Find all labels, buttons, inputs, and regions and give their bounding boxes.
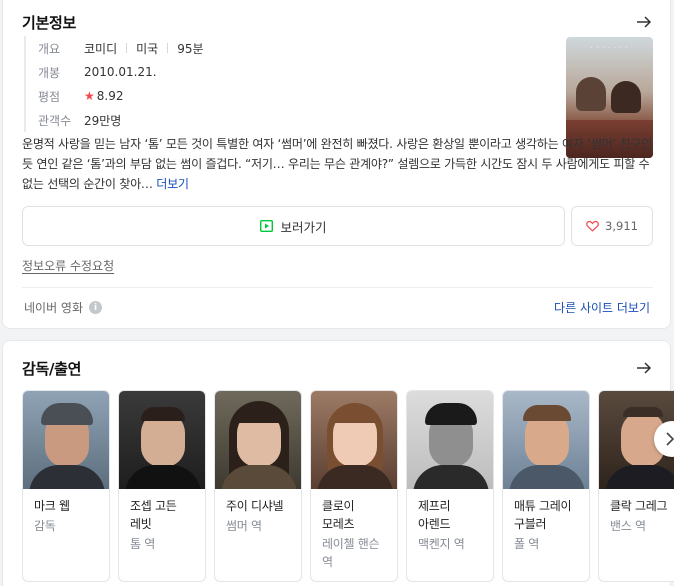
report-error-link[interactable]: 정보오류 수정요청	[22, 257, 114, 274]
cast-photo	[119, 391, 205, 489]
rating-value: 8.92	[96, 89, 124, 103]
other-sites-link[interactable]: 다른 사이트 더보기	[554, 299, 650, 316]
runtime-value: 95분	[177, 41, 204, 56]
cast-item[interactable]: 제프리 아렌드 맥켄지 역	[406, 390, 494, 582]
synopsis-more-link[interactable]: 더보기	[156, 177, 189, 191]
poster-figure	[576, 77, 606, 111]
release-label: 개봉	[38, 65, 61, 80]
audience-row: 관객수 29만명	[38, 108, 204, 132]
basic-info-title: 기본정보	[22, 14, 77, 32]
audience-label: 관객수	[38, 113, 72, 128]
release-row: 개봉 2010.01.21.	[38, 60, 204, 84]
cast-more-arrow[interactable]	[634, 358, 654, 378]
divider	[22, 287, 653, 288]
separator	[126, 43, 128, 53]
arrow-right-icon	[637, 362, 652, 374]
synopsis-text: 운명적 사랑을 믿는 남자 ‘톰’ 모든 것이 특별한 여자 ‘썸머’에 완전히…	[22, 137, 652, 191]
cast-item[interactable]: 조셉 고든 레빗 톰 역	[118, 390, 206, 582]
cast-role: 감독	[34, 519, 56, 533]
star-icon: ★	[84, 89, 95, 103]
country-value: 미국	[136, 41, 159, 56]
source-label: 네이버 영화 i	[24, 299, 103, 316]
cast-role: 썸머 역	[226, 519, 262, 533]
cast-role: 톰 역	[130, 537, 155, 551]
cast-card-section: 감독/출연 마크 웹 감독 조셉 고든 레빗 톰 역 주이 디샤넬 썸머 역 클…	[2, 340, 674, 586]
poster-figure	[611, 81, 641, 113]
audience-value: 29만명	[84, 113, 122, 128]
genre-value: 코미디	[84, 41, 118, 56]
cast-role: 밴스 역	[610, 519, 646, 533]
cast-photo	[503, 391, 589, 489]
source-text: 네이버 영화	[24, 301, 84, 315]
cast-role: 레이첼 핸슨 역	[322, 537, 380, 569]
like-count: 3,911	[605, 219, 638, 233]
cast-name: 제프리 아렌드	[418, 499, 451, 531]
like-button[interactable]: 3,911	[571, 206, 653, 246]
separator	[167, 43, 169, 53]
cast-name: 클로이 모레츠	[322, 499, 355, 531]
overview-label: 개요	[38, 41, 61, 56]
chevron-right-icon	[666, 432, 674, 446]
cast-item[interactable]: 주이 디샤넬 썸머 역	[214, 390, 302, 582]
arrow-right-icon	[637, 16, 652, 28]
synopsis: 운명적 사랑을 믿는 남자 ‘톰’ 모든 것이 특별한 여자 ‘썸머’에 완전히…	[22, 134, 652, 194]
watch-label: 보러가기	[280, 219, 327, 235]
cast-photo	[311, 391, 397, 489]
cast-name: 클락 그레그	[610, 499, 668, 513]
cast-name: 조셉 고든 레빗	[130, 499, 177, 531]
rating-row: 평점 ★ 8.92	[38, 84, 204, 108]
cast-role: 맥켄지 역	[418, 537, 465, 551]
cast-item[interactable]: 클락 그레그 밴스 역	[598, 390, 674, 582]
info-icon[interactable]: i	[89, 301, 103, 314]
watch-button[interactable]: 보러가기	[22, 206, 565, 246]
cast-photo	[23, 391, 109, 489]
heart-icon	[586, 220, 599, 232]
cast-photo	[215, 391, 301, 489]
cast-name: 마크 웹	[34, 499, 70, 513]
info-table: 개요 코미디 미국 95분 개봉 2010.01.21. 평점 ★ 8.92 관…	[24, 36, 204, 132]
rating-label: 평점	[38, 89, 61, 104]
basic-info-card: 기본정보 개요 코미디 미국 95분 개봉 2010.01.21. 평점 ★ 8…	[2, 0, 671, 329]
cast-item[interactable]: 마크 웹 감독	[22, 390, 110, 582]
cast-list: 마크 웹 감독 조셉 고든 레빗 톰 역 주이 디샤넬 썸머 역 클로이 모레츠…	[22, 390, 674, 582]
basic-info-more-arrow[interactable]	[634, 12, 654, 32]
cast-role: 폴 역	[514, 537, 539, 551]
poster-title-mark: · · · · · · ·	[590, 45, 629, 52]
overview-row: 개요 코미디 미국 95분	[38, 36, 204, 60]
cast-title: 감독/출연	[22, 360, 82, 378]
cast-name: 매튜 그레이 구블러	[514, 499, 572, 531]
cast-item[interactable]: 클로이 모레츠 레이첼 핸슨 역	[310, 390, 398, 582]
cast-item[interactable]: 매튜 그레이 구블러 폴 역	[502, 390, 590, 582]
cast-photo	[407, 391, 493, 489]
play-icon	[260, 220, 274, 232]
cast-name: 주이 디샤넬	[226, 499, 284, 513]
release-date: 2010.01.21.	[84, 65, 157, 79]
